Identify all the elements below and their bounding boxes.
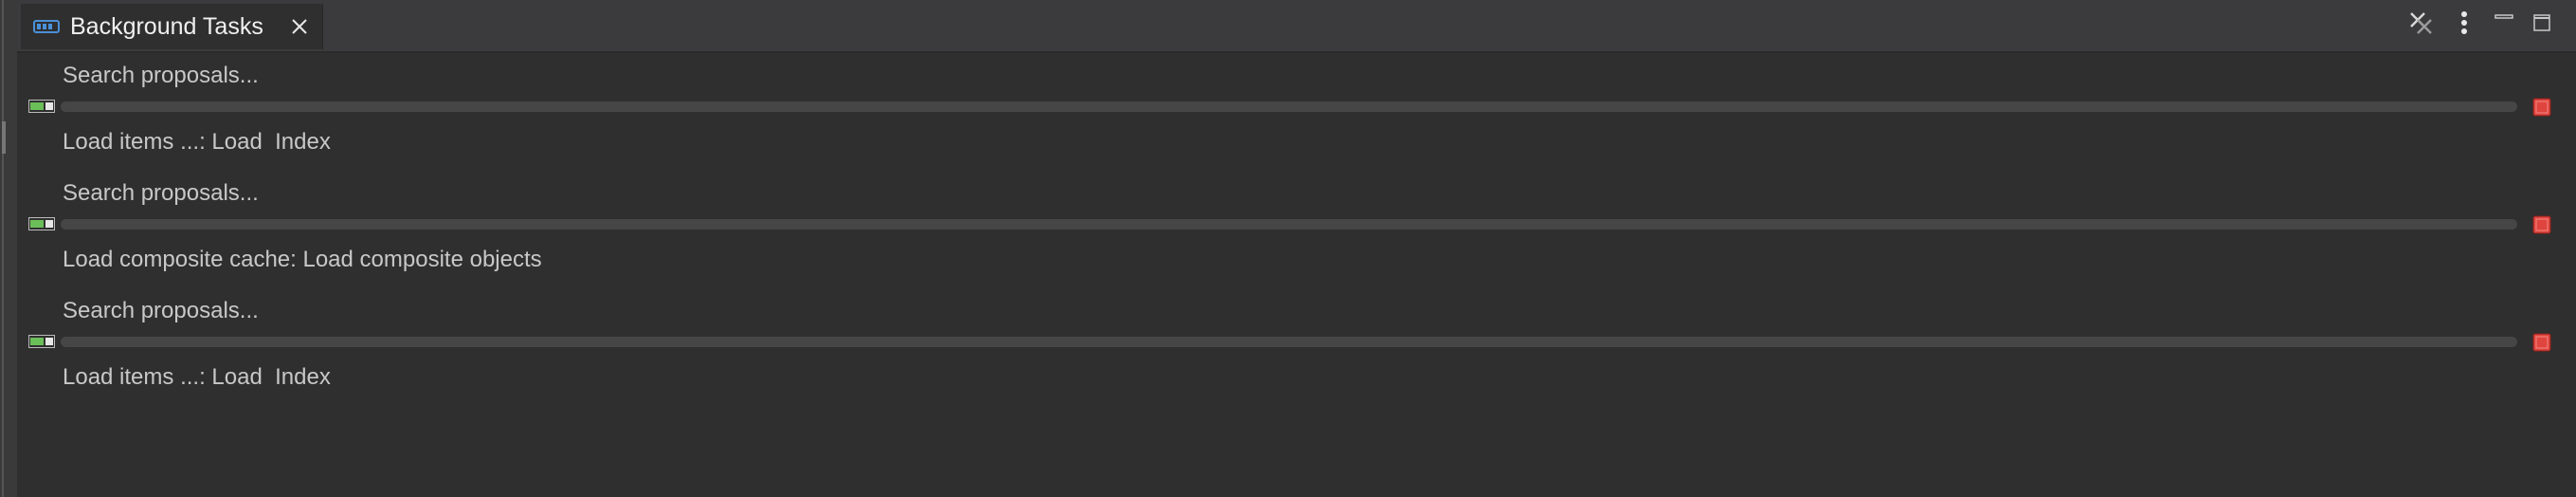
job-progress-icon	[28, 335, 55, 348]
cancel-job-icon[interactable]	[2532, 215, 2551, 234]
job-progress-icon	[28, 217, 55, 230]
job-list: Search proposals... Load items ...: Load…	[17, 53, 2576, 406]
left-gutter	[0, 0, 17, 497]
view-menu-icon	[2459, 9, 2469, 41]
job-subtask: Load items ...: Load Index	[63, 129, 331, 155]
job-title: Search proposals...	[63, 298, 259, 323]
remove-all-finished-button[interactable]	[2405, 9, 2436, 40]
job-title: Search proposals...	[63, 180, 259, 206]
maximize-button[interactable]	[2527, 9, 2557, 40]
cancel-job-icon[interactable]	[2532, 98, 2551, 117]
minimize-icon	[2494, 12, 2514, 38]
job-entry[interactable]: Search proposals...	[17, 288, 2576, 406]
job-progress-bar	[61, 337, 2517, 347]
job-title: Search proposals...	[63, 63, 259, 88]
job-progress-bar	[61, 101, 2517, 112]
job-progress-bar	[61, 219, 2517, 230]
close-icon[interactable]	[290, 17, 309, 36]
background-tasks-window: Background Tasks Search proposals... Loa…	[0, 0, 2576, 497]
job-progress-icon	[28, 100, 55, 113]
progress-view: Background Tasks Search proposals... Loa…	[17, 0, 2576, 497]
sash-handle[interactable]	[2, 121, 6, 154]
view-tabbar: Background Tasks	[17, 0, 2576, 53]
job-entry[interactable]: Search proposals...	[17, 53, 2576, 171]
progress-view-icon	[32, 17, 61, 36]
tab-label: Background Tasks	[70, 12, 263, 40]
view-menu-button[interactable]	[2449, 9, 2479, 40]
remove-all-finished-icon	[2406, 9, 2435, 42]
tab-background-tasks[interactable]: Background Tasks	[21, 4, 323, 49]
cancel-job-icon[interactable]	[2532, 333, 2551, 352]
job-subtask: Load composite cache: Load composite obj…	[63, 247, 542, 272]
job-subtask: Load items ...: Load Index	[63, 364, 331, 390]
maximize-icon	[2531, 12, 2552, 38]
job-entry[interactable]: Search proposals...	[17, 171, 2576, 288]
minimize-button[interactable]	[2489, 9, 2519, 40]
